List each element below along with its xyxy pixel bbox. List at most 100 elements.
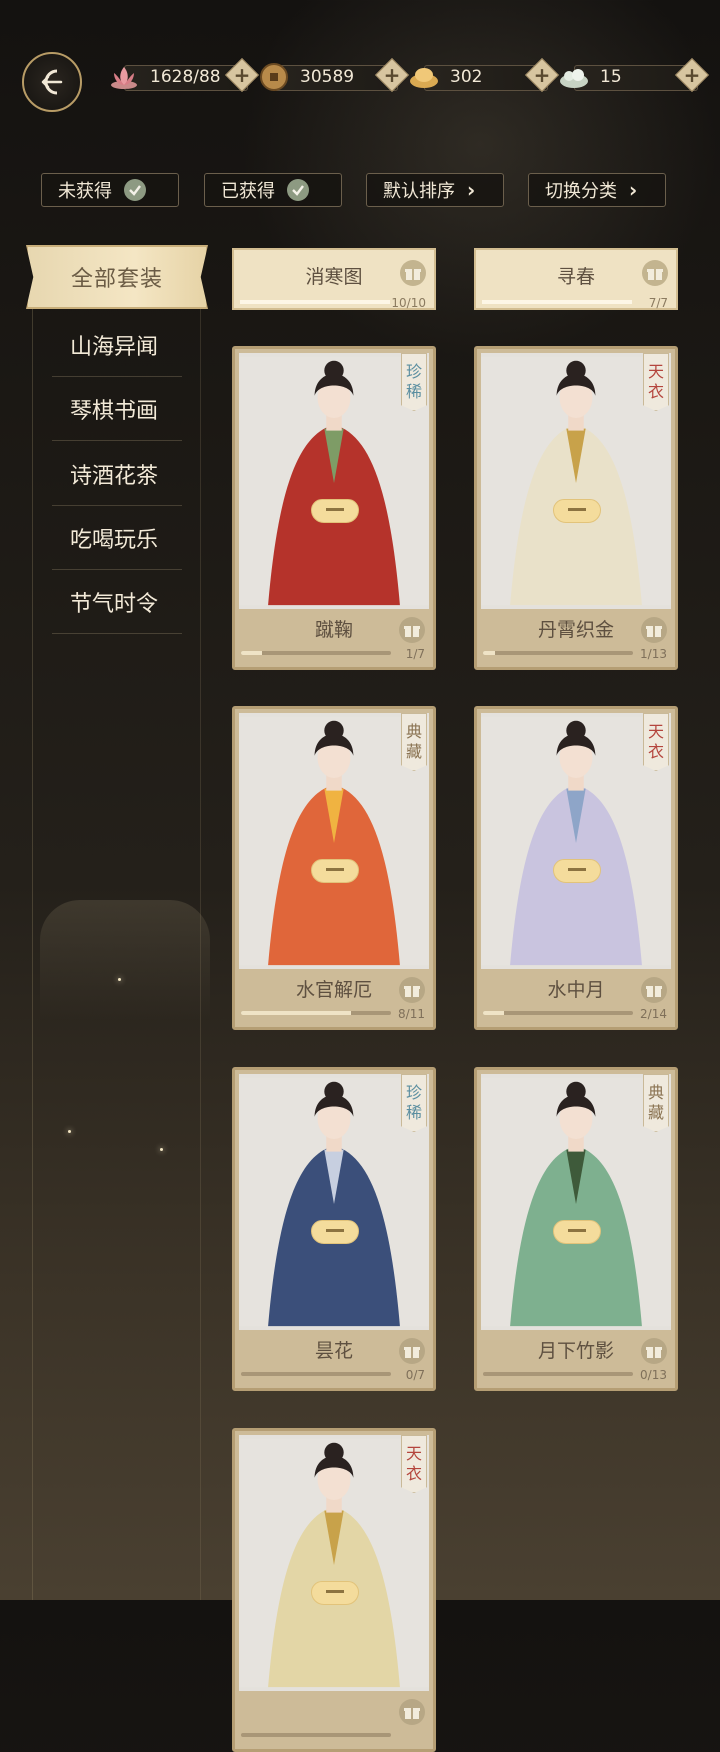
character-figure-icon [481,356,671,606]
suit-card[interactable]: 寻春 7/7 [474,248,678,310]
rarity-tag-char: 典 [405,722,422,741]
character-figure-icon [239,1077,429,1327]
progress-text: 0/7 [405,1368,425,1382]
category-item[interactable]: 诗酒花茶 [52,442,182,506]
progress-bar [241,1372,391,1376]
ingot-icon [410,68,438,88]
progress-bar [483,1011,633,1015]
plus-icon: + [533,63,551,87]
progress-fill [240,300,390,304]
back-arrow-icon [41,69,63,95]
progress-fill [241,651,262,655]
filter-unobtained-label: 未获得 [58,181,112,202]
lock-icon [553,859,601,883]
character-figure-icon [239,356,429,606]
progress-text: 1/7 [405,647,425,661]
rarity-tag-char: 典 [647,1083,664,1102]
rarity-tag-char: 天 [647,722,664,741]
rarity-tag-char: 衣 [647,742,664,761]
suit-illustration [481,1074,671,1330]
progress-bar [482,300,632,304]
lotus-icon [111,67,137,89]
suit-card[interactable]: 天 衣 [232,1428,436,1752]
rarity-tag-char: 衣 [405,1464,422,1483]
coin-icon [260,63,288,91]
gift-icon[interactable] [399,1699,425,1725]
lock-icon [553,1220,601,1244]
progress-fill [482,300,632,304]
character-figure-icon [239,1438,429,1688]
category-item[interactable]: 节气时令 [52,570,182,634]
rarity-tag-char: 藏 [647,1103,664,1122]
progress-bar [240,300,390,304]
rarity-tag: 珍 稀 [401,353,427,411]
progress-text: 8/11 [398,1007,425,1021]
jade-icon [560,69,588,88]
category-item[interactable]: 琴棋书画 [52,377,182,441]
suit-card[interactable]: 天 衣 丹霄织金 1/13 [474,346,678,670]
suit-card[interactable]: 珍 稀 蹴鞠 1/7 [232,346,436,670]
rarity-tag: 天 衣 [643,353,669,411]
filter-unobtained-button[interactable]: 未获得 [41,173,179,207]
suit-illustration [239,1074,429,1330]
coins-value: 30589 [300,67,355,87]
gift-icon[interactable] [399,977,425,1003]
resource-coins: 30589 + [258,58,409,92]
rarity-tag-char: 天 [405,1444,422,1463]
sparkle [68,1130,71,1133]
progress-text: 2/14 [640,1007,667,1021]
gift-icon[interactable] [641,977,667,1003]
rarity-tag-char: 珍 [405,362,422,381]
progress-fill [483,651,495,655]
progress-fill [241,1011,351,1015]
switch-category-button[interactable]: 切换分类 › [528,173,666,207]
gift-icon[interactable] [641,617,667,643]
category-item[interactable]: 山海异闻 [52,313,182,377]
suit-card[interactable]: 典 藏 月下竹影 0/13 [474,1067,678,1391]
character-figure-icon [481,716,671,966]
suit-card[interactable]: 天 衣 水中月 2/14 [474,706,678,1030]
plus-icon: + [683,63,701,87]
resource-stamina: 1628/88 + [108,58,259,92]
category-all-suits[interactable]: 全部套装 [26,245,208,309]
suit-illustration [239,353,429,609]
lock-icon [311,859,359,883]
sort-label: 默认排序 [383,181,455,202]
gift-icon[interactable] [399,1338,425,1364]
rarity-tag-char: 藏 [405,742,422,761]
rarity-tag-char: 稀 [405,382,422,401]
sidebar-divider [32,300,33,1600]
lock-icon [311,1581,359,1605]
suit-illustration [239,1435,429,1691]
progress-fill [483,1011,504,1015]
lock-icon [311,1220,359,1244]
chevron-right-icon: › [467,178,476,202]
progress-bar [241,1733,391,1737]
suit-illustration [239,713,429,969]
rarity-tag: 天 衣 [401,1435,427,1493]
back-button[interactable] [22,52,82,112]
plus-icon: + [233,63,251,87]
suit-card[interactable]: 典 藏 水官解厄 8/11 [232,706,436,1030]
progress-bar [241,1011,391,1015]
chevron-right-icon: › [629,178,638,202]
lock-icon [311,499,359,523]
category-item[interactable]: 吃喝玩乐 [52,506,182,570]
rarity-tag-char: 衣 [647,382,664,401]
gift-icon[interactable] [641,1338,667,1364]
sort-button[interactable]: 默认排序 › [366,173,504,207]
suit-card[interactable]: 消寒图 10/10 [232,248,436,310]
filter-obtained-button[interactable]: 已获得 [204,173,342,207]
progress-text: 7/7 [648,296,668,310]
rarity-tag: 典 藏 [401,713,427,771]
character-figure-icon [481,1077,671,1327]
progress-text: 0/13 [640,1368,667,1382]
rarity-tag-char: 珍 [405,1083,422,1102]
resource-ingots: 302 + [408,58,559,92]
progress-bar [483,1372,633,1376]
suit-card[interactable]: 珍 稀 昙花 0/7 [232,1067,436,1391]
gift-icon[interactable] [642,260,668,286]
filter-obtained-label: 已获得 [221,181,275,202]
gift-icon[interactable] [400,260,426,286]
gift-icon[interactable] [399,617,425,643]
